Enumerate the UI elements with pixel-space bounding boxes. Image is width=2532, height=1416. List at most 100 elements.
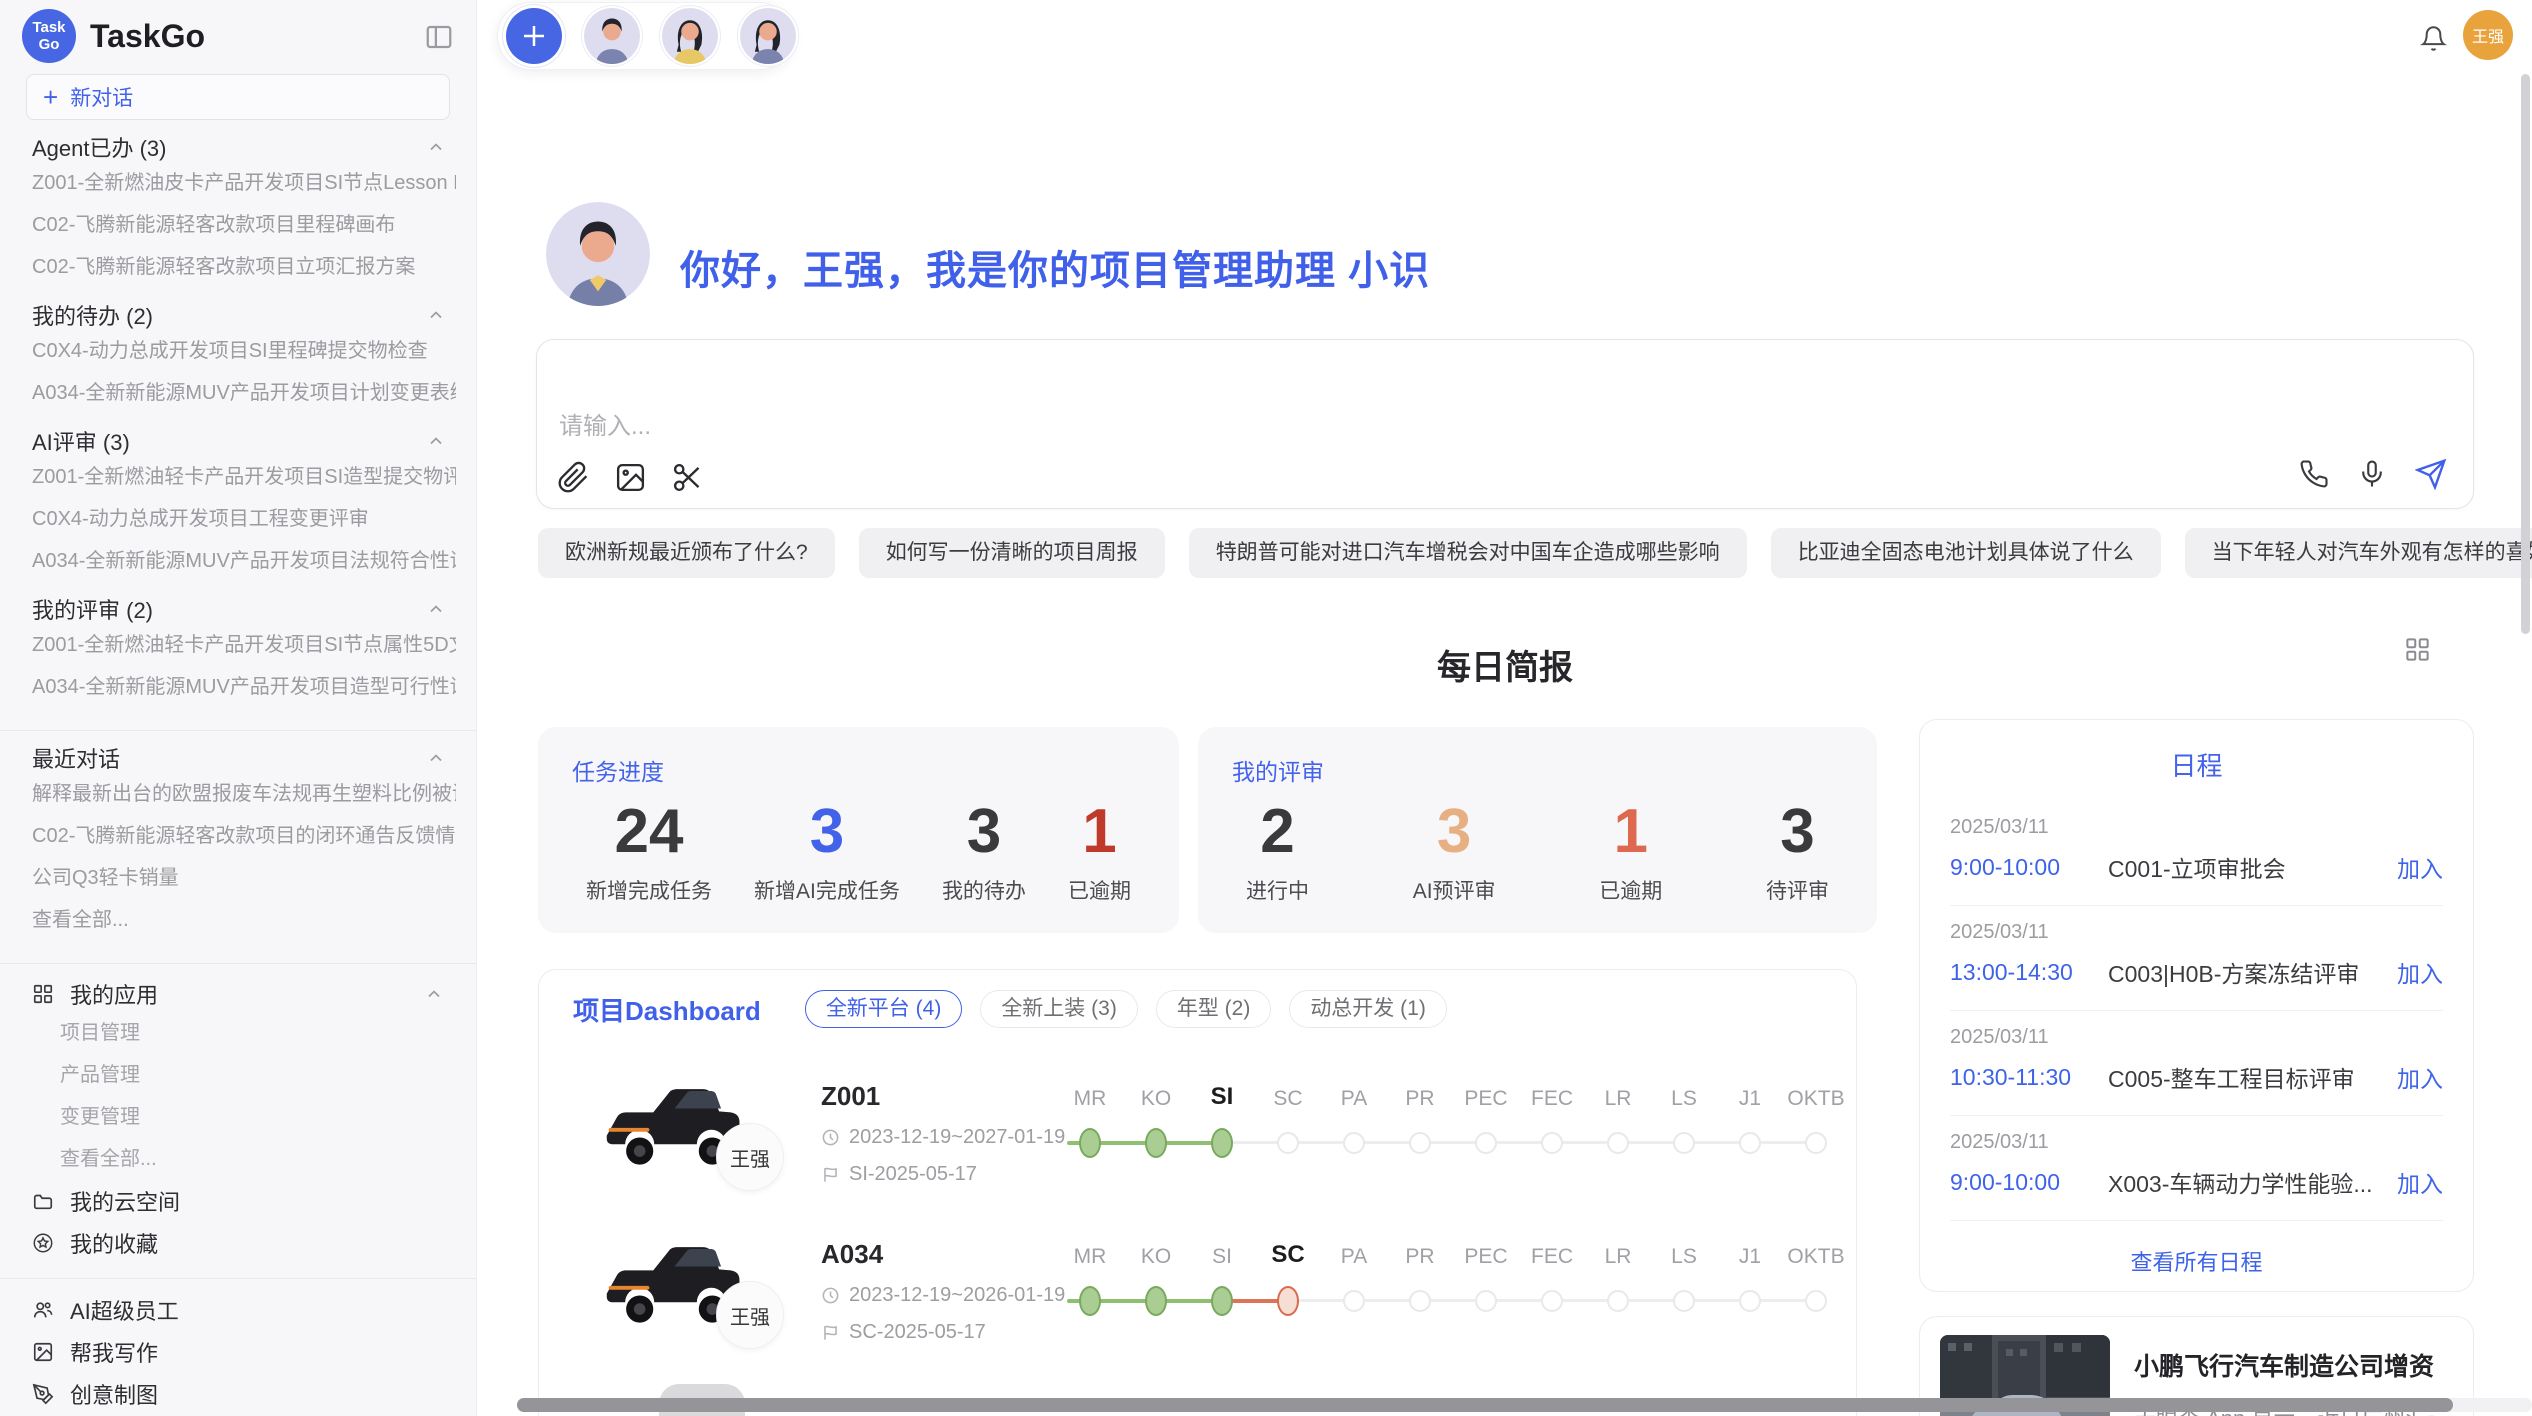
my-apps-subitem[interactable]: 项目管理 [60,1012,444,1054]
milestone-node-pr[interactable] [1409,1132,1431,1154]
my-apps-subitem[interactable]: 变更管理 [60,1096,444,1138]
sidebar-collapse-icon[interactable] [424,22,454,52]
event-join-link[interactable]: 加入 [2397,1060,2443,1094]
milestone-node-j1[interactable] [1739,1290,1761,1312]
milestone-node-lr[interactable] [1607,1132,1629,1154]
milestone-node-ko[interactable] [1145,1286,1167,1316]
sidebar-item-favorites[interactable]: 我的收藏 [32,1222,444,1264]
sidebar-task-item[interactable]: C02-飞腾新能源轻客改款项目里程碑画布 [32,204,456,246]
sidebar-task-item[interactable]: C02-飞腾新能源轻客改款项目立项汇报方案 [32,246,456,288]
suggestion-chip[interactable]: 比亚迪全固态电池计划具体说了什么 [1771,528,2161,578]
stat: 3新增AI完成任务 [754,791,900,905]
event-time: 9:00-10:00 [1950,854,2108,881]
sidebar-section-header[interactable]: 我的待办 (2) [32,300,446,330]
sidebar-section-header[interactable]: AI评审 (3) [32,426,446,456]
milestone-label: OKTB [1783,1087,1849,1111]
sidebar-task-item[interactable]: A034-全新新能源MUV产品开发项目造型可行性评审 [32,666,456,708]
agent-avatar[interactable] [584,8,640,64]
event-join-link[interactable]: 加入 [2397,850,2443,884]
milestone-node-oktb[interactable] [1805,1290,1827,1312]
milestone-node-mr[interactable] [1079,1286,1101,1316]
dashboard-tab[interactable]: 动总开发 (1) [1289,990,1447,1028]
milestone-node-pec[interactable] [1475,1132,1497,1154]
vertical-scrollbar-thumb[interactable] [2521,74,2530,634]
milestone-node-ls[interactable] [1673,1132,1695,1154]
new-session-button[interactable] [506,8,562,64]
sidebar-item-help-write[interactable]: 帮我写作 [32,1331,444,1373]
suggestion-chip[interactable]: 欧洲新规最近颁布了什么? [538,528,835,578]
sidebar-task-item[interactable]: Z001-全新燃油皮卡产品开发项目SI节点Lesson Learn报告 [32,162,456,204]
sidebar-task-item[interactable]: A034-全新新能源MUV产品开发项目法规符合性评审 [32,540,456,582]
recent-conversation-item[interactable]: 公司Q3轻卡销量 [32,857,456,899]
milestone-node-pa[interactable] [1343,1132,1365,1154]
sidebar-task-item[interactable]: C0X4-动力总成开发项目SI里程碑提交物检查 [32,330,456,372]
briefing-layout-icon[interactable] [2404,636,2431,663]
scissors-icon[interactable] [671,461,704,494]
milestone-node-ls[interactable] [1673,1290,1695,1312]
milestone-node-lr[interactable] [1607,1290,1629,1312]
project-row[interactable]: 王强A0342023-12-19~2026-01-19SC-2025-05-17… [539,1225,1856,1383]
suggestion-chip[interactable]: 当下年轻人对汽车外观有怎样的喜好趋势 [2185,528,2532,578]
milestone-node-ko[interactable] [1145,1128,1167,1158]
sidebar-task-item[interactable]: A034-全新新能源MUV产品开发项目计划变更表编写 [32,372,456,414]
phone-call-icon[interactable] [2299,459,2329,489]
milestone-node-pa[interactable] [1343,1290,1365,1312]
notifications-bell-icon[interactable] [2413,18,2453,58]
recent-conversation-item[interactable]: 查看全部... [32,899,456,941]
new-chat-button[interactable]: + 新对话 [26,74,450,120]
project-info: Z0012023-12-19~2027-01-19SI-2025-05-17 [821,1081,1065,1186]
milestone-node-mr[interactable] [1079,1128,1101,1158]
divider [0,730,476,731]
sidebar-item-creative-draw[interactable]: 创意制图 [32,1373,444,1415]
milestone-node-pec[interactable] [1475,1290,1497,1312]
milestone-node-oktb[interactable] [1805,1132,1827,1154]
event-name: C001-立项审批会 [2108,850,2397,884]
sidebar-item-ai-staff[interactable]: AI超级员工 [32,1289,444,1331]
suggestion-chip[interactable]: 特朗普可能对进口汽车增税会对中国车企造成哪些影响 [1189,528,1747,578]
chat-input-box[interactable]: 请输入... [536,339,2474,509]
image-upload-icon[interactable] [614,461,647,494]
sidebar-section-header[interactable]: Agent已办 (3) [32,132,446,162]
app-title: TaskGo [90,18,205,55]
suggestion-chip[interactable]: 如何写一份清晰的项目周报 [859,528,1165,578]
milestone-node-si[interactable] [1211,1286,1233,1316]
recent-conversation-item[interactable]: C02-飞腾新能源轻客改款项目的闭环通告反馈情况 [32,815,456,857]
stat-value: 24 [615,791,684,873]
sidebar-section-header[interactable]: 我的评审 (2) [32,594,446,624]
milestone-node-fec[interactable] [1541,1132,1563,1154]
pen-icon [32,1383,54,1405]
agent-avatar[interactable] [662,8,718,64]
sidebar-item-my-apps[interactable]: 我的应用 [32,976,444,1012]
view-all-schedule-link[interactable]: 查看所有日程 [1920,1245,2473,1277]
sidebar-task-item[interactable]: C0X4-动力总成开发项目工程变更评审 [32,498,456,540]
milestone-node-pr[interactable] [1409,1290,1431,1312]
horizontal-scrollbar-thumb[interactable] [517,1398,2453,1412]
sidebar-task-item[interactable]: Z001-全新燃油轻卡产品开发项目SI造型提交物评审 [32,456,456,498]
schedule-card: 日程 2025/03/119:00-10:00C001-立项审批会加入2025/… [1919,719,2474,1292]
dashboard-tab[interactable]: 全新上装 (3) [980,990,1138,1028]
recent-conversation-item[interactable]: 解释最新出台的欧盟报废车法规再生塑料比例被调至15%... [32,773,456,815]
horizontal-scrollbar[interactable] [517,1398,2532,1412]
my-apps-subitem[interactable]: 查看全部... [60,1138,444,1180]
milestone-node-sc[interactable] [1277,1286,1299,1316]
dashboard-tab[interactable]: 全新平台 (4) [805,990,963,1028]
dashboard-tab[interactable]: 年型 (2) [1156,990,1272,1028]
send-icon[interactable] [2415,458,2447,490]
milestone-node-si[interactable] [1211,1128,1233,1158]
sidebar-task-item[interactable]: Z001-全新燃油轻卡产品开发项目SI节点属性5D文件评审 [32,624,456,666]
stat-label: 已逾期 [1068,875,1131,905]
milestone-node-fec[interactable] [1541,1290,1563,1312]
attachment-icon[interactable] [557,461,590,494]
my-apps-subitem[interactable]: 产品管理 [60,1054,444,1096]
milestone-node-j1[interactable] [1739,1132,1761,1154]
project-row[interactable]: 王强Z0012023-12-19~2027-01-19SI-2025-05-17… [539,1067,1856,1225]
event-date: 2025/03/11 [1950,921,2443,944]
milestone-node-sc[interactable] [1277,1132,1299,1154]
user-avatar[interactable]: 王强 [2463,10,2513,60]
sidebar-item-cloud-space[interactable]: 我的云空间 [32,1180,444,1222]
event-join-link[interactable]: 加入 [2397,1165,2443,1199]
sidebar-section-header-recent[interactable]: 最近对话 [32,743,446,773]
event-join-link[interactable]: 加入 [2397,955,2443,989]
agent-avatar[interactable] [740,8,796,64]
microphone-icon[interactable] [2357,459,2387,489]
